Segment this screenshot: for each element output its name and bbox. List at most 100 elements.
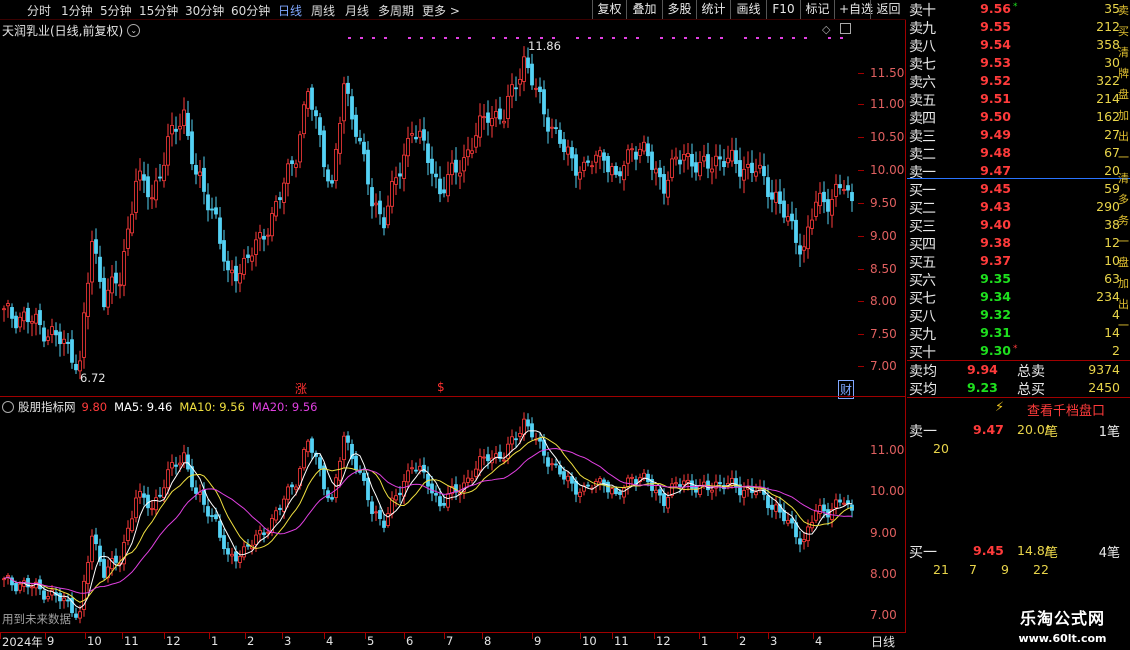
- gear-icon[interactable]: [2, 401, 14, 413]
- candle-body: [618, 171, 622, 177]
- time-tick: [768, 633, 769, 639]
- diamond-icon[interactable]: ◇: [822, 23, 830, 36]
- buy1-order-2: 7: [969, 562, 977, 577]
- stats-button[interactable]: 统计: [696, 0, 730, 19]
- candle-body: [538, 437, 542, 442]
- bid-row[interactable]: 买三 9.40 38: [907, 216, 1130, 235]
- indicator-chart[interactable]: 股朋指标网 9.80 MA5: 9.46 MA10: 9.56 MA20: 9.…: [0, 397, 906, 632]
- bid-price: 9.37: [980, 253, 1011, 269]
- fuquan-button[interactable]: 复权: [592, 0, 626, 19]
- period-tab-2[interactable]: 5分钟: [100, 2, 132, 19]
- bid-row[interactable]: 买一 9.45 59: [907, 180, 1130, 199]
- ask-row[interactable]: 卖七 9.53 30: [907, 54, 1130, 73]
- time-tick: [580, 633, 581, 639]
- thousand-level-button[interactable]: 查看千档盘口: [1027, 400, 1105, 419]
- thousand-level-bar: ⚡ 查看千档盘口: [907, 398, 1130, 420]
- indicator-name[interactable]: 股朋指标网: [18, 399, 76, 415]
- candle-body: [770, 504, 774, 510]
- bid-row[interactable]: 买六 9.35 63: [907, 270, 1130, 289]
- signal-dot: [612, 37, 615, 39]
- candle-body: [818, 192, 822, 207]
- avg-sell-price: 9.94: [967, 362, 998, 377]
- period-tab-7[interactable]: 周线: [311, 2, 335, 19]
- candle-body: [802, 539, 806, 543]
- time-label: 9: [534, 634, 542, 648]
- period-tab-4[interactable]: 30分钟: [185, 2, 224, 19]
- bid-row[interactable]: 买七 9.34 234: [907, 288, 1130, 307]
- candle-body: [566, 475, 570, 482]
- bid-row[interactable]: 买五 9.37 10: [907, 252, 1130, 271]
- ask-row[interactable]: 卖六 9.52 322: [907, 72, 1130, 91]
- candle-body: [718, 156, 722, 160]
- dividend-marker[interactable]: $: [437, 380, 445, 394]
- ask-row[interactable]: 卖二 9.48 67: [907, 144, 1130, 163]
- candle-body: [66, 599, 70, 602]
- bid-row[interactable]: 买四 9.38 12: [907, 234, 1130, 253]
- signal-dot: [840, 37, 843, 39]
- period-tab-5[interactable]: 60分钟: [231, 2, 270, 19]
- candle-body: [710, 489, 714, 493]
- side-strip-char: 加: [1118, 277, 1129, 290]
- ask-level-label: 卖四: [909, 111, 936, 128]
- period-tab-6[interactable]: 日线: [278, 2, 302, 19]
- period-tab-9[interactable]: 多周期: [378, 2, 414, 19]
- candle-body: [146, 176, 150, 198]
- period-indicator[interactable]: 日线: [860, 633, 906, 650]
- ask-row[interactable]: 卖四 9.50 162: [907, 108, 1130, 128]
- back-button[interactable]: 返回: [870, 0, 906, 19]
- ask-row[interactable]: 卖五 9.51 214: [907, 90, 1130, 109]
- candle-body: [142, 174, 146, 181]
- ask-row[interactable]: 卖八 9.54 358: [907, 36, 1130, 55]
- bid-row[interactable]: 买九 9.31 14: [907, 324, 1130, 343]
- candle-body: [802, 246, 806, 251]
- rise-marker[interactable]: 涨: [295, 380, 307, 397]
- kline-chart[interactable]: 天润乳业(日线,前复权) ⌄ ◇ 11.50 11.00 10.50 10.00 9.5…: [0, 20, 906, 399]
- side-strip-char: 一: [1118, 235, 1129, 248]
- ask-row[interactable]: 卖九 9.55 212: [907, 18, 1130, 37]
- f10-button[interactable]: F10: [766, 0, 800, 19]
- candle-body: [610, 166, 614, 176]
- multi-stock-button[interactable]: 多股: [662, 0, 696, 19]
- side-strip-char: 出: [1118, 130, 1129, 143]
- ask-row[interactable]: 卖三 9.49 27: [907, 126, 1130, 145]
- period-tab-0[interactable]: 分时: [27, 2, 51, 19]
- candle-body: [186, 112, 190, 136]
- candle-body: [530, 423, 534, 438]
- candle-body: [322, 465, 326, 490]
- candle-body: [574, 480, 578, 495]
- bid-row[interactable]: 买十 9.30 2 *: [907, 342, 1130, 361]
- chevron-down-icon[interactable]: ⌄: [127, 24, 141, 37]
- period-tab-1[interactable]: 1分钟: [61, 2, 93, 19]
- mark-button[interactable]: 标记: [800, 0, 834, 19]
- candle-body: [270, 213, 274, 237]
- bid-row[interactable]: 买二 9.43 290: [907, 198, 1130, 217]
- period-tab-3[interactable]: 15分钟: [139, 2, 178, 19]
- candle-body: [554, 127, 558, 130]
- time-label: 12: [166, 634, 181, 648]
- candle-body: [558, 465, 562, 475]
- candle-body: [750, 162, 754, 174]
- maximize-icon[interactable]: [840, 23, 851, 34]
- candle-body: [138, 491, 142, 498]
- candle-body: [282, 182, 286, 203]
- candle-body: [646, 473, 650, 483]
- add-watchlist-button[interactable]: +自选: [834, 0, 873, 19]
- candle-body: [178, 462, 182, 466]
- signal-dot: [792, 37, 795, 39]
- indicator-canvas[interactable]: [0, 397, 906, 632]
- candle-body: [430, 483, 434, 494]
- candle-body: [594, 154, 598, 163]
- candle-body: [670, 158, 674, 178]
- bid-row[interactable]: 买八 9.32 4: [907, 306, 1130, 325]
- candle-body: [514, 438, 518, 441]
- bid-price: 9.38: [980, 235, 1011, 251]
- period-tab-8[interactable]: 月线: [345, 2, 369, 19]
- period-tab-10[interactable]: 更多 >: [422, 2, 460, 19]
- candle-body: [446, 174, 450, 197]
- ask-row[interactable]: 卖十 9.56 35 *: [907, 0, 1130, 19]
- kline-canvas[interactable]: [0, 20, 906, 396]
- draw-line-button[interactable]: 画线: [730, 0, 766, 19]
- bid-price: 9.31: [980, 325, 1011, 341]
- candle-body: [774, 504, 778, 512]
- overlay-button[interactable]: 叠加: [626, 0, 662, 19]
